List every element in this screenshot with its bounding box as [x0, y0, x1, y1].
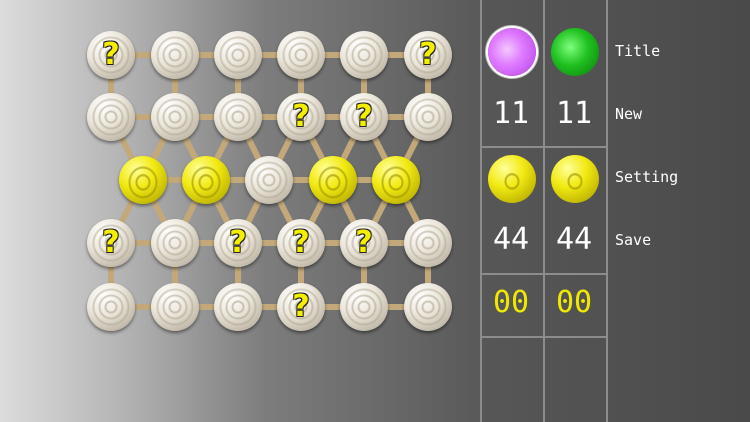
board-ball[interactable] [340, 31, 388, 79]
question-mark-icon: ? [229, 225, 247, 260]
board-ball[interactable] [404, 219, 452, 267]
question-mark-icon: ? [292, 99, 310, 134]
board-ball[interactable] [87, 283, 135, 331]
board-ball[interactable] [309, 156, 357, 204]
player2-score-2: 44 [555, 222, 593, 257]
board-ball[interactable] [214, 93, 262, 141]
player2-ball[interactable] [551, 28, 599, 76]
player1-score-3: 00 [492, 285, 530, 320]
board-ball[interactable]: ? [404, 31, 452, 79]
divider [480, 146, 608, 148]
board-ball[interactable] [404, 93, 452, 141]
board-ball[interactable] [87, 93, 135, 141]
board-ball[interactable]: ? [87, 219, 135, 267]
player1-color-ball[interactable] [488, 155, 536, 203]
board-ball[interactable] [119, 156, 167, 204]
question-mark-icon: ? [102, 225, 120, 260]
board-ball[interactable] [245, 156, 293, 204]
board-ball[interactable] [214, 31, 262, 79]
board-ball[interactable] [151, 31, 199, 79]
board-ball[interactable]: ? [277, 93, 325, 141]
title-button[interactable]: Title [615, 42, 660, 60]
game-board-area: ????????? [0, 0, 480, 422]
board-ball[interactable] [151, 283, 199, 331]
player2-score-1: 11 [555, 96, 593, 131]
board-ball[interactable] [277, 31, 325, 79]
board-ball[interactable] [372, 156, 420, 204]
player2-color-ball[interactable] [551, 155, 599, 203]
board-ball[interactable]: ? [340, 219, 388, 267]
setting-button[interactable]: Setting [615, 168, 678, 186]
question-mark-icon: ? [355, 225, 373, 260]
divider [606, 0, 608, 422]
player1-ball[interactable] [488, 28, 536, 76]
board-ball[interactable] [182, 156, 230, 204]
question-mark-icon: ? [102, 37, 120, 72]
divider [480, 0, 482, 422]
board-ball[interactable] [404, 283, 452, 331]
question-mark-icon: ? [292, 225, 310, 260]
divider [543, 0, 545, 422]
question-mark-icon: ? [419, 37, 437, 72]
board-ball[interactable] [151, 93, 199, 141]
board-ball[interactable]: ? [277, 219, 325, 267]
board-ball[interactable]: ? [277, 283, 325, 331]
board-ball[interactable] [340, 283, 388, 331]
board-ball[interactable]: ? [87, 31, 135, 79]
player2-score-3: 00 [555, 285, 593, 320]
divider [480, 273, 608, 275]
board-ball[interactable]: ? [340, 93, 388, 141]
question-mark-icon: ? [292, 289, 310, 324]
player1-score-2: 44 [492, 222, 530, 257]
save-button[interactable]: Save [615, 231, 651, 249]
question-mark-icon: ? [355, 99, 373, 134]
side-panel: 11 11 44 44 00 00 [480, 0, 750, 422]
board-ball[interactable]: ? [214, 219, 262, 267]
divider [480, 336, 608, 338]
board-ball[interactable] [214, 283, 262, 331]
board-ball[interactable] [151, 219, 199, 267]
new-button[interactable]: New [615, 105, 642, 123]
player1-score-1: 11 [492, 96, 530, 131]
